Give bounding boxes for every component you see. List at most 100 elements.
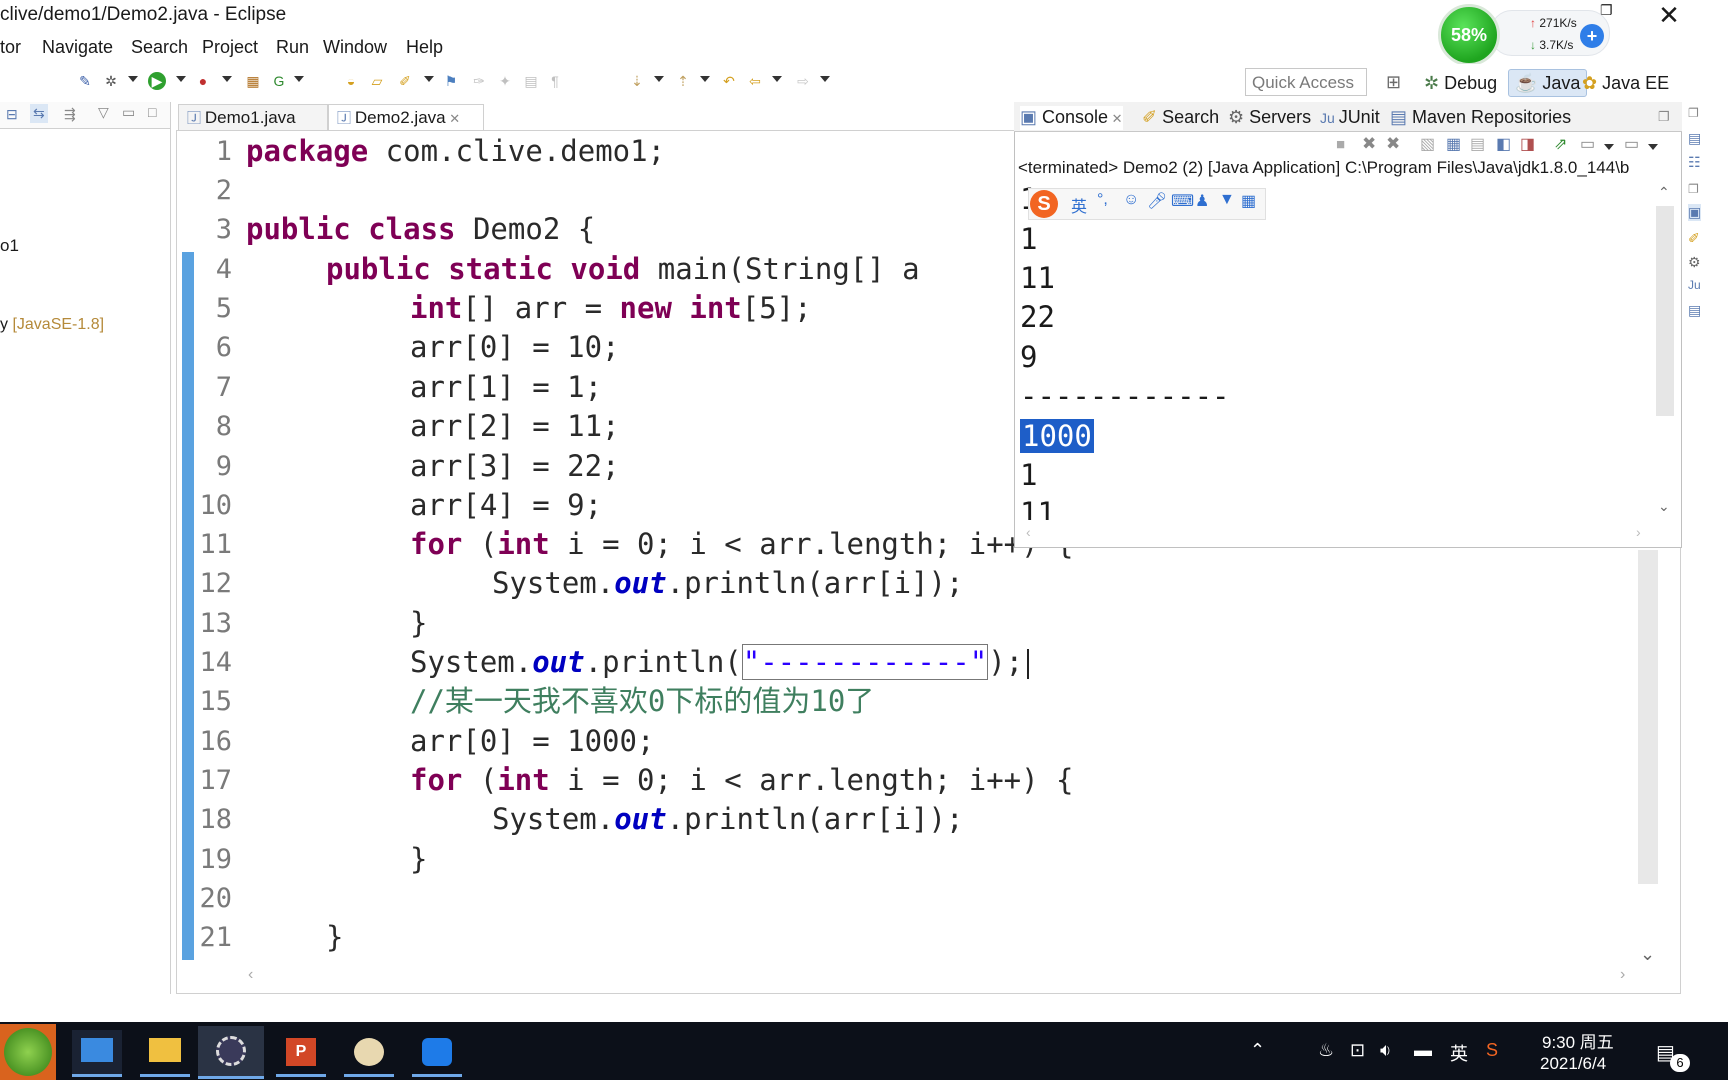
chevron-down-icon[interactable]: [222, 76, 232, 82]
chevron-down-icon[interactable]: [654, 76, 664, 82]
back-icon[interactable]: ⇦: [746, 72, 764, 90]
tree-item-jre-library[interactable]: y [JavaSE-1.8]: [0, 316, 104, 334]
clock-date[interactable]: 2021/6/4: [1540, 1054, 1606, 1074]
tab-junit[interactable]: Ju JUnit: [1320, 106, 1380, 129]
keyboard-icon[interactable]: ⌨: [1171, 191, 1194, 211]
search-icon[interactable]: ✐: [1688, 230, 1700, 247]
punctuation-icon[interactable]: °,: [1097, 191, 1108, 209]
scroll-left-icon[interactable]: ‹: [1026, 524, 1031, 540]
junit-icon[interactable]: Ju: [1688, 278, 1701, 292]
search-tool-icon[interactable]: ✑: [470, 72, 488, 90]
chevron-down-icon[interactable]: [1648, 144, 1658, 150]
chevron-down-icon[interactable]: [820, 76, 830, 82]
tree-item-demo1[interactable]: o1: [0, 236, 19, 256]
paint-icon[interactable]: [344, 1030, 394, 1077]
remove-launch-icon[interactable]: ✖: [1362, 134, 1376, 154]
console-scrollbar[interactable]: [1656, 206, 1674, 416]
external-tools-icon[interactable]: ▦: [244, 72, 262, 90]
display-console-icon[interactable]: ▭: [1580, 134, 1595, 154]
chevron-down-icon[interactable]: [1604, 144, 1614, 150]
scroll-right-icon[interactable]: ›: [1636, 524, 1641, 540]
ime-language[interactable]: 英: [1071, 193, 1087, 217]
terminate-icon[interactable]: ■: [1336, 136, 1345, 153]
clear-console-icon[interactable]: ▧: [1420, 134, 1435, 154]
open-folder-icon[interactable]: ▱: [368, 72, 386, 90]
chevron-down-icon[interactable]: [128, 76, 138, 82]
pencil-icon[interactable]: ✐: [396, 72, 414, 90]
maximize-icon[interactable]: □: [148, 104, 156, 120]
menu-item-help[interactable]: Help: [406, 37, 443, 58]
annotation-icon[interactable]: ⚑: [442, 72, 460, 90]
tab-console[interactable]: ▣ Console ✕: [1020, 106, 1123, 130]
menu-item-navigate[interactable]: Navigate: [42, 37, 113, 58]
chevron-down-icon[interactable]: [294, 76, 304, 82]
debug-icon[interactable]: ✲: [102, 72, 120, 90]
restore-icon[interactable]: ❐: [1688, 182, 1699, 196]
forward-icon[interactable]: ⇨: [794, 72, 812, 90]
show-stdout-icon[interactable]: ◧: [1496, 134, 1511, 154]
open-type-icon[interactable]: ◒: [342, 72, 360, 90]
menu-item-refactor[interactable]: tor: [0, 37, 21, 58]
filter-icon[interactable]: ⇶: [64, 106, 76, 123]
tab-search[interactable]: ✐ Search: [1142, 106, 1219, 128]
open-console-icon[interactable]: ▭: [1624, 134, 1639, 154]
scroll-right-icon[interactable]: ›: [1620, 966, 1625, 984]
chevron-down-icon[interactable]: [700, 76, 710, 82]
microphone-icon[interactable]: 🎤︎: [1147, 191, 1167, 211]
file-explorer-icon[interactable]: [140, 1030, 190, 1077]
chevron-down-icon[interactable]: [424, 76, 434, 82]
skin-icon[interactable]: ▼: [1219, 191, 1235, 209]
battery-icon[interactable]: ▬: [1414, 1040, 1432, 1061]
view-menu-icon[interactable]: ▽: [98, 104, 109, 121]
minimize-icon[interactable]: ▭: [122, 104, 135, 121]
close-tab-icon[interactable]: ✕: [446, 111, 460, 126]
perspective-debug[interactable]: ✲ Debug: [1424, 70, 1497, 96]
tab-maven-repositories[interactable]: ▤ Maven Repositories: [1390, 106, 1571, 128]
plus-icon[interactable]: +: [1580, 24, 1604, 48]
network-usage-circle[interactable]: 58%: [1438, 4, 1500, 66]
mark-icon[interactable]: ✦: [496, 72, 514, 90]
coverage-icon[interactable]: ●: [194, 72, 212, 90]
volume-icon[interactable]: 🔉︎: [1380, 1040, 1391, 1061]
tab-demo1-java[interactable]: 🄹 Demo1.java: [178, 104, 328, 130]
run-icon[interactable]: ▶: [148, 72, 166, 90]
block-icon[interactable]: ▤: [522, 72, 540, 90]
open-perspective-icon[interactable]: ⊞: [1386, 72, 1401, 93]
tray-app-icon[interactable]: ♨: [1318, 1040, 1334, 1061]
user-icon[interactable]: ♟: [1195, 191, 1209, 211]
close-icon[interactable]: ✕: [1654, 0, 1684, 32]
chevron-up-icon[interactable]: ⌃: [1658, 184, 1670, 201]
remove-all-icon[interactable]: ✖: [1386, 134, 1400, 154]
collapse-all-icon[interactable]: ⊟: [6, 106, 18, 123]
last-edit-icon[interactable]: ↶: [720, 72, 738, 90]
prev-annotation-icon[interactable]: ⇡: [674, 72, 692, 90]
desktop-app-icon[interactable]: [72, 1030, 122, 1077]
perspective-java-ee[interactable]: ✿ Java EE: [1582, 70, 1669, 96]
sogou-logo-icon[interactable]: S: [1030, 190, 1058, 218]
ime-indicator[interactable]: 英: [1450, 1040, 1468, 1066]
tab-servers[interactable]: ⚙ Servers: [1228, 106, 1311, 128]
link-editor-icon[interactable]: ⇆: [30, 104, 48, 123]
pin-icon[interactable]: ✎: [76, 72, 94, 90]
android-icon[interactable]: [4, 1028, 52, 1076]
menu-item-window[interactable]: Window: [323, 37, 387, 58]
chevron-down-icon[interactable]: [772, 76, 782, 82]
toolbox-icon[interactable]: ▦: [1241, 191, 1256, 211]
network-icon[interactable]: ⊡: [1350, 1040, 1365, 1061]
chevron-up-icon[interactable]: ⌃: [1250, 1040, 1265, 1061]
menu-item-run[interactable]: Run: [276, 37, 309, 58]
outline-icon[interactable]: ☷: [1688, 154, 1701, 171]
tab-demo2-java[interactable]: 🄹 Demo2.java ✕: [328, 104, 484, 130]
task-list-icon[interactable]: ▤: [1688, 130, 1701, 147]
console-icon[interactable]: ▣: [1688, 204, 1702, 221]
eclipse-icon[interactable]: [198, 1026, 264, 1079]
servers-icon[interactable]: ⚙: [1688, 254, 1701, 271]
next-annotation-icon[interactable]: ⇣: [628, 72, 646, 90]
menu-item-project[interactable]: Project: [202, 37, 258, 58]
restore-icon[interactable]: ❐: [1688, 106, 1699, 120]
emoji-icon[interactable]: ☺: [1123, 191, 1139, 209]
chevron-down-icon[interactable]: [176, 76, 186, 82]
scroll-left-icon[interactable]: ‹: [248, 966, 253, 984]
maven-icon[interactable]: ▤: [1688, 302, 1701, 319]
powerpoint-icon[interactable]: P: [276, 1030, 326, 1077]
